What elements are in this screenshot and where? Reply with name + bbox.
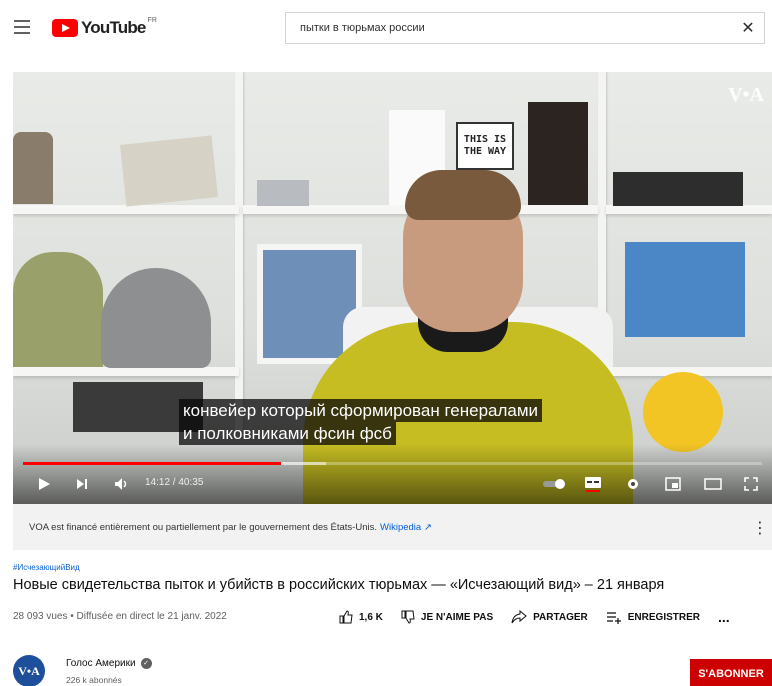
video-title: Новые свидетельства пыток и убийств в ро… bbox=[13, 577, 665, 593]
autoplay-toggle-icon[interactable] bbox=[541, 473, 569, 495]
channel-avatar[interactable]: V•A bbox=[13, 655, 45, 686]
share-icon bbox=[511, 610, 527, 624]
this-is-the-way-sign: THIS IS THE WAY bbox=[456, 122, 514, 170]
poster bbox=[120, 135, 218, 207]
video-player[interactable]: THIS IS THE WAY V•A конвейер который сфо… bbox=[13, 72, 772, 504]
search-box: ✕ bbox=[285, 12, 765, 44]
external-link-icon: ↗ bbox=[423, 521, 432, 533]
thumbs-down-icon bbox=[401, 610, 415, 624]
logo-region: FR bbox=[147, 16, 157, 24]
volume-icon[interactable] bbox=[111, 473, 133, 495]
progress-bar[interactable] bbox=[23, 462, 762, 465]
shelf bbox=[235, 72, 243, 432]
subscriber-count: 226 k abonnés bbox=[66, 675, 122, 685]
like-button[interactable]: 1,6 K bbox=[339, 610, 383, 624]
like-count: 1,6 K bbox=[359, 611, 383, 623]
helmet bbox=[101, 268, 211, 368]
logo-text: YouTube bbox=[81, 18, 146, 37]
save-button[interactable]: ENREGISTRER bbox=[606, 610, 700, 624]
info-panel: VOA est financé entièrement ou partielle… bbox=[13, 504, 772, 550]
playlist-add-icon bbox=[606, 612, 621, 624]
view-count: 28 093 vues • Diffusée en direct le 21 j… bbox=[13, 611, 227, 622]
wikipedia-link[interactable]: Wikipedia ↗ bbox=[380, 522, 432, 533]
theater-icon[interactable] bbox=[701, 473, 725, 495]
subscribe-button[interactable]: S'ABONNER bbox=[690, 659, 772, 686]
verified-icon: ✓ bbox=[140, 658, 152, 669]
voa-watermark: V•A bbox=[728, 84, 764, 106]
share-label: PARTAGER bbox=[533, 611, 588, 623]
thumbs-up-icon bbox=[339, 610, 353, 624]
channel-name[interactable]: Голос Америки bbox=[66, 658, 136, 669]
time-display: 14:12 / 40:35 bbox=[145, 477, 204, 488]
top-bar: YouTube FR ✕ bbox=[0, 0, 772, 56]
settings-icon[interactable] bbox=[621, 473, 645, 495]
pikachu-figure bbox=[643, 372, 723, 452]
channel-name-row[interactable]: Голос Америки ✓ bbox=[66, 658, 152, 669]
subtitle-line: конвейер который сформирован генералами bbox=[179, 399, 543, 422]
action-bar: 1,6 K JE N'AIME PAS PARTAGER ENREGISTRER… bbox=[339, 606, 730, 628]
person-hair bbox=[405, 170, 521, 220]
youtube-play-icon bbox=[52, 19, 78, 37]
subtitles-icon[interactable] bbox=[581, 473, 605, 495]
yoda-figure bbox=[13, 252, 103, 367]
save-label: ENREGISTRER bbox=[627, 611, 700, 623]
subtitles: конвейер который сформирован генералами … bbox=[179, 399, 543, 445]
hashtag-link[interactable]: #ИсчезающийВид bbox=[13, 563, 80, 572]
disclaimer-text: VOA est financé entièrement ou partielle… bbox=[29, 521, 377, 533]
menu-icon[interactable] bbox=[14, 20, 30, 34]
cup bbox=[257, 180, 309, 206]
subtitle-line: и полковниками фсин фсб bbox=[179, 422, 396, 445]
dislike-label: JE N'AIME PAS bbox=[420, 611, 494, 623]
next-icon[interactable] bbox=[71, 473, 93, 495]
play-icon[interactable] bbox=[33, 473, 55, 495]
clear-icon[interactable]: ✕ bbox=[732, 12, 764, 44]
shelf bbox=[606, 205, 772, 214]
search-input[interactable] bbox=[286, 13, 732, 43]
progress-fill bbox=[23, 462, 281, 465]
blue-picture bbox=[625, 242, 745, 337]
more-options-icon[interactable]: ⋮ bbox=[752, 518, 768, 538]
miniplayer-icon[interactable] bbox=[661, 473, 685, 495]
figurine bbox=[13, 132, 53, 204]
dislike-button[interactable]: JE N'AIME PAS bbox=[401, 610, 493, 624]
frame bbox=[613, 172, 743, 206]
more-actions-icon[interactable]: ... bbox=[718, 609, 730, 625]
shelf bbox=[13, 367, 239, 376]
youtube-logo[interactable]: YouTube FR bbox=[52, 17, 157, 39]
book bbox=[528, 102, 588, 205]
share-button[interactable]: PARTAGER bbox=[511, 610, 588, 624]
fullscreen-icon[interactable] bbox=[739, 473, 763, 495]
